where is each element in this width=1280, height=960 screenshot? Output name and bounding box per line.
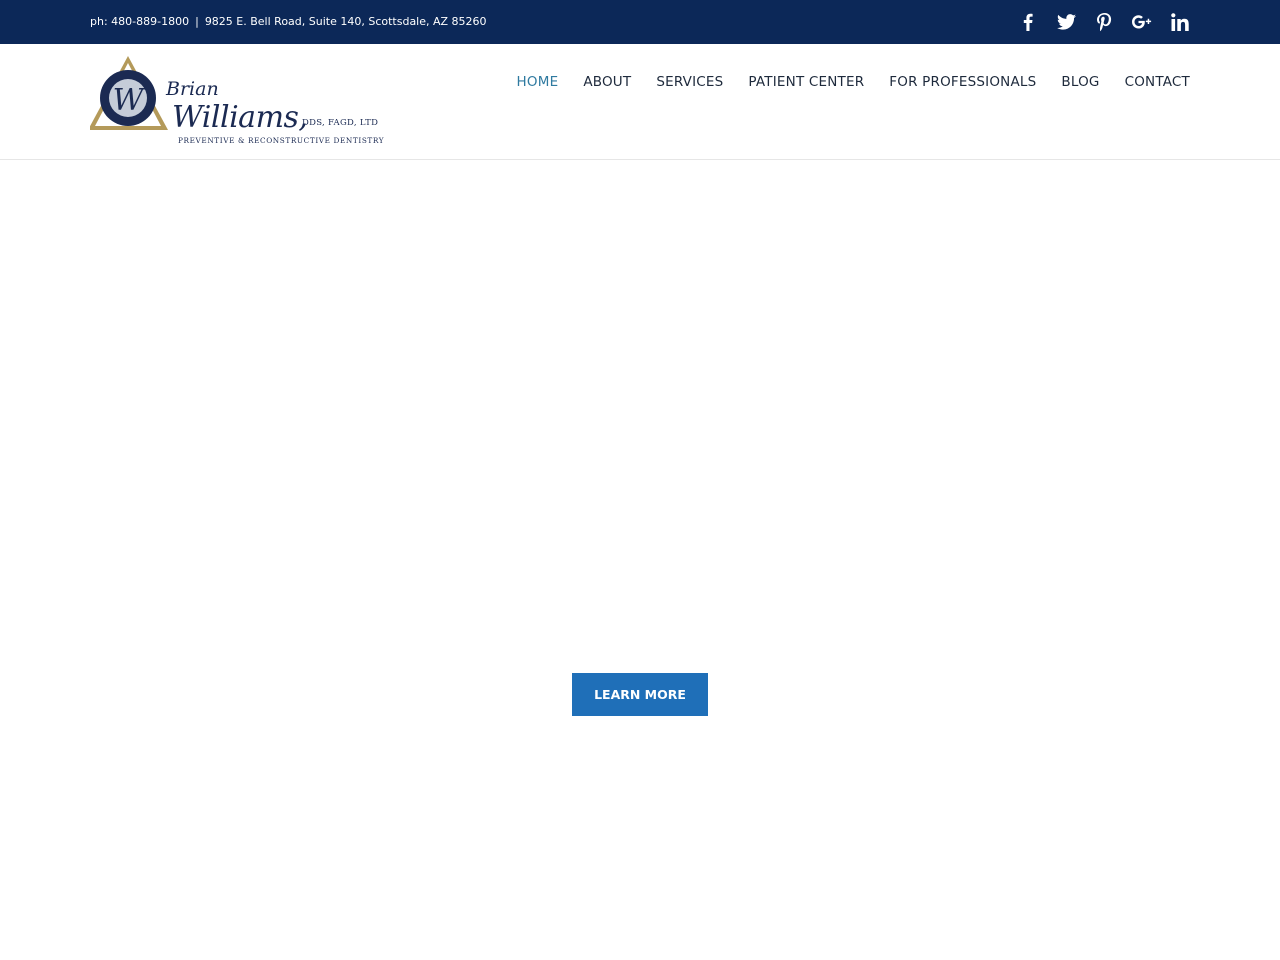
- google-plus-icon[interactable]: [1132, 12, 1152, 32]
- main-nav: HOME ABOUT SERVICES PATIENT CENTER FOR P…: [517, 74, 1190, 90]
- site-header: W Brian Williams, DDS, FAGD, LTD PREVENT…: [0, 44, 1280, 160]
- linkedin-icon[interactable]: [1170, 12, 1190, 32]
- twitter-icon[interactable]: [1056, 12, 1076, 32]
- nav-contact[interactable]: CONTACT: [1125, 74, 1190, 90]
- logo-last-name: Williams,: [172, 100, 308, 135]
- facebook-icon[interactable]: [1018, 12, 1038, 32]
- nav-patient-center[interactable]: PATIENT CENTER: [748, 74, 864, 90]
- phone-number[interactable]: ph: 480-889-1800: [90, 15, 189, 28]
- logo-tagline: PREVENTIVE & RECONSTRUCTIVE DENTISTRY: [178, 136, 385, 145]
- logo-monogram: W: [113, 83, 146, 118]
- seal-emblem-icon: W: [90, 56, 168, 130]
- site-logo[interactable]: W Brian Williams, DDS, FAGD, LTD PREVENT…: [90, 54, 384, 150]
- learn-more-button[interactable]: LEARN MORE: [572, 673, 708, 716]
- separator: |: [195, 15, 199, 28]
- address: 9825 E. Bell Road, Suite 140, Scottsdale…: [204, 15, 487, 28]
- nav-blog[interactable]: BLOG: [1061, 74, 1099, 90]
- top-bar: ph: 480-889-1800 | 9825 E. Bell Road, Suit…: [0, 0, 1280, 44]
- nav-for-professionals[interactable]: FOR PROFESSIONALS: [889, 74, 1036, 90]
- logo-first-name: Brian: [166, 78, 219, 100]
- nav-home[interactable]: HOME: [517, 74, 559, 90]
- logo-credentials: DDS, FAGD, LTD: [302, 118, 379, 128]
- nav-about[interactable]: ABOUT: [583, 74, 631, 90]
- pinterest-icon[interactable]: [1094, 12, 1114, 32]
- social-links: [1018, 0, 1190, 44]
- contact-info: ph: 480-889-1800 | 9825 E. Bell Road, Suit…: [90, 0, 487, 44]
- nav-services[interactable]: SERVICES: [656, 74, 723, 90]
